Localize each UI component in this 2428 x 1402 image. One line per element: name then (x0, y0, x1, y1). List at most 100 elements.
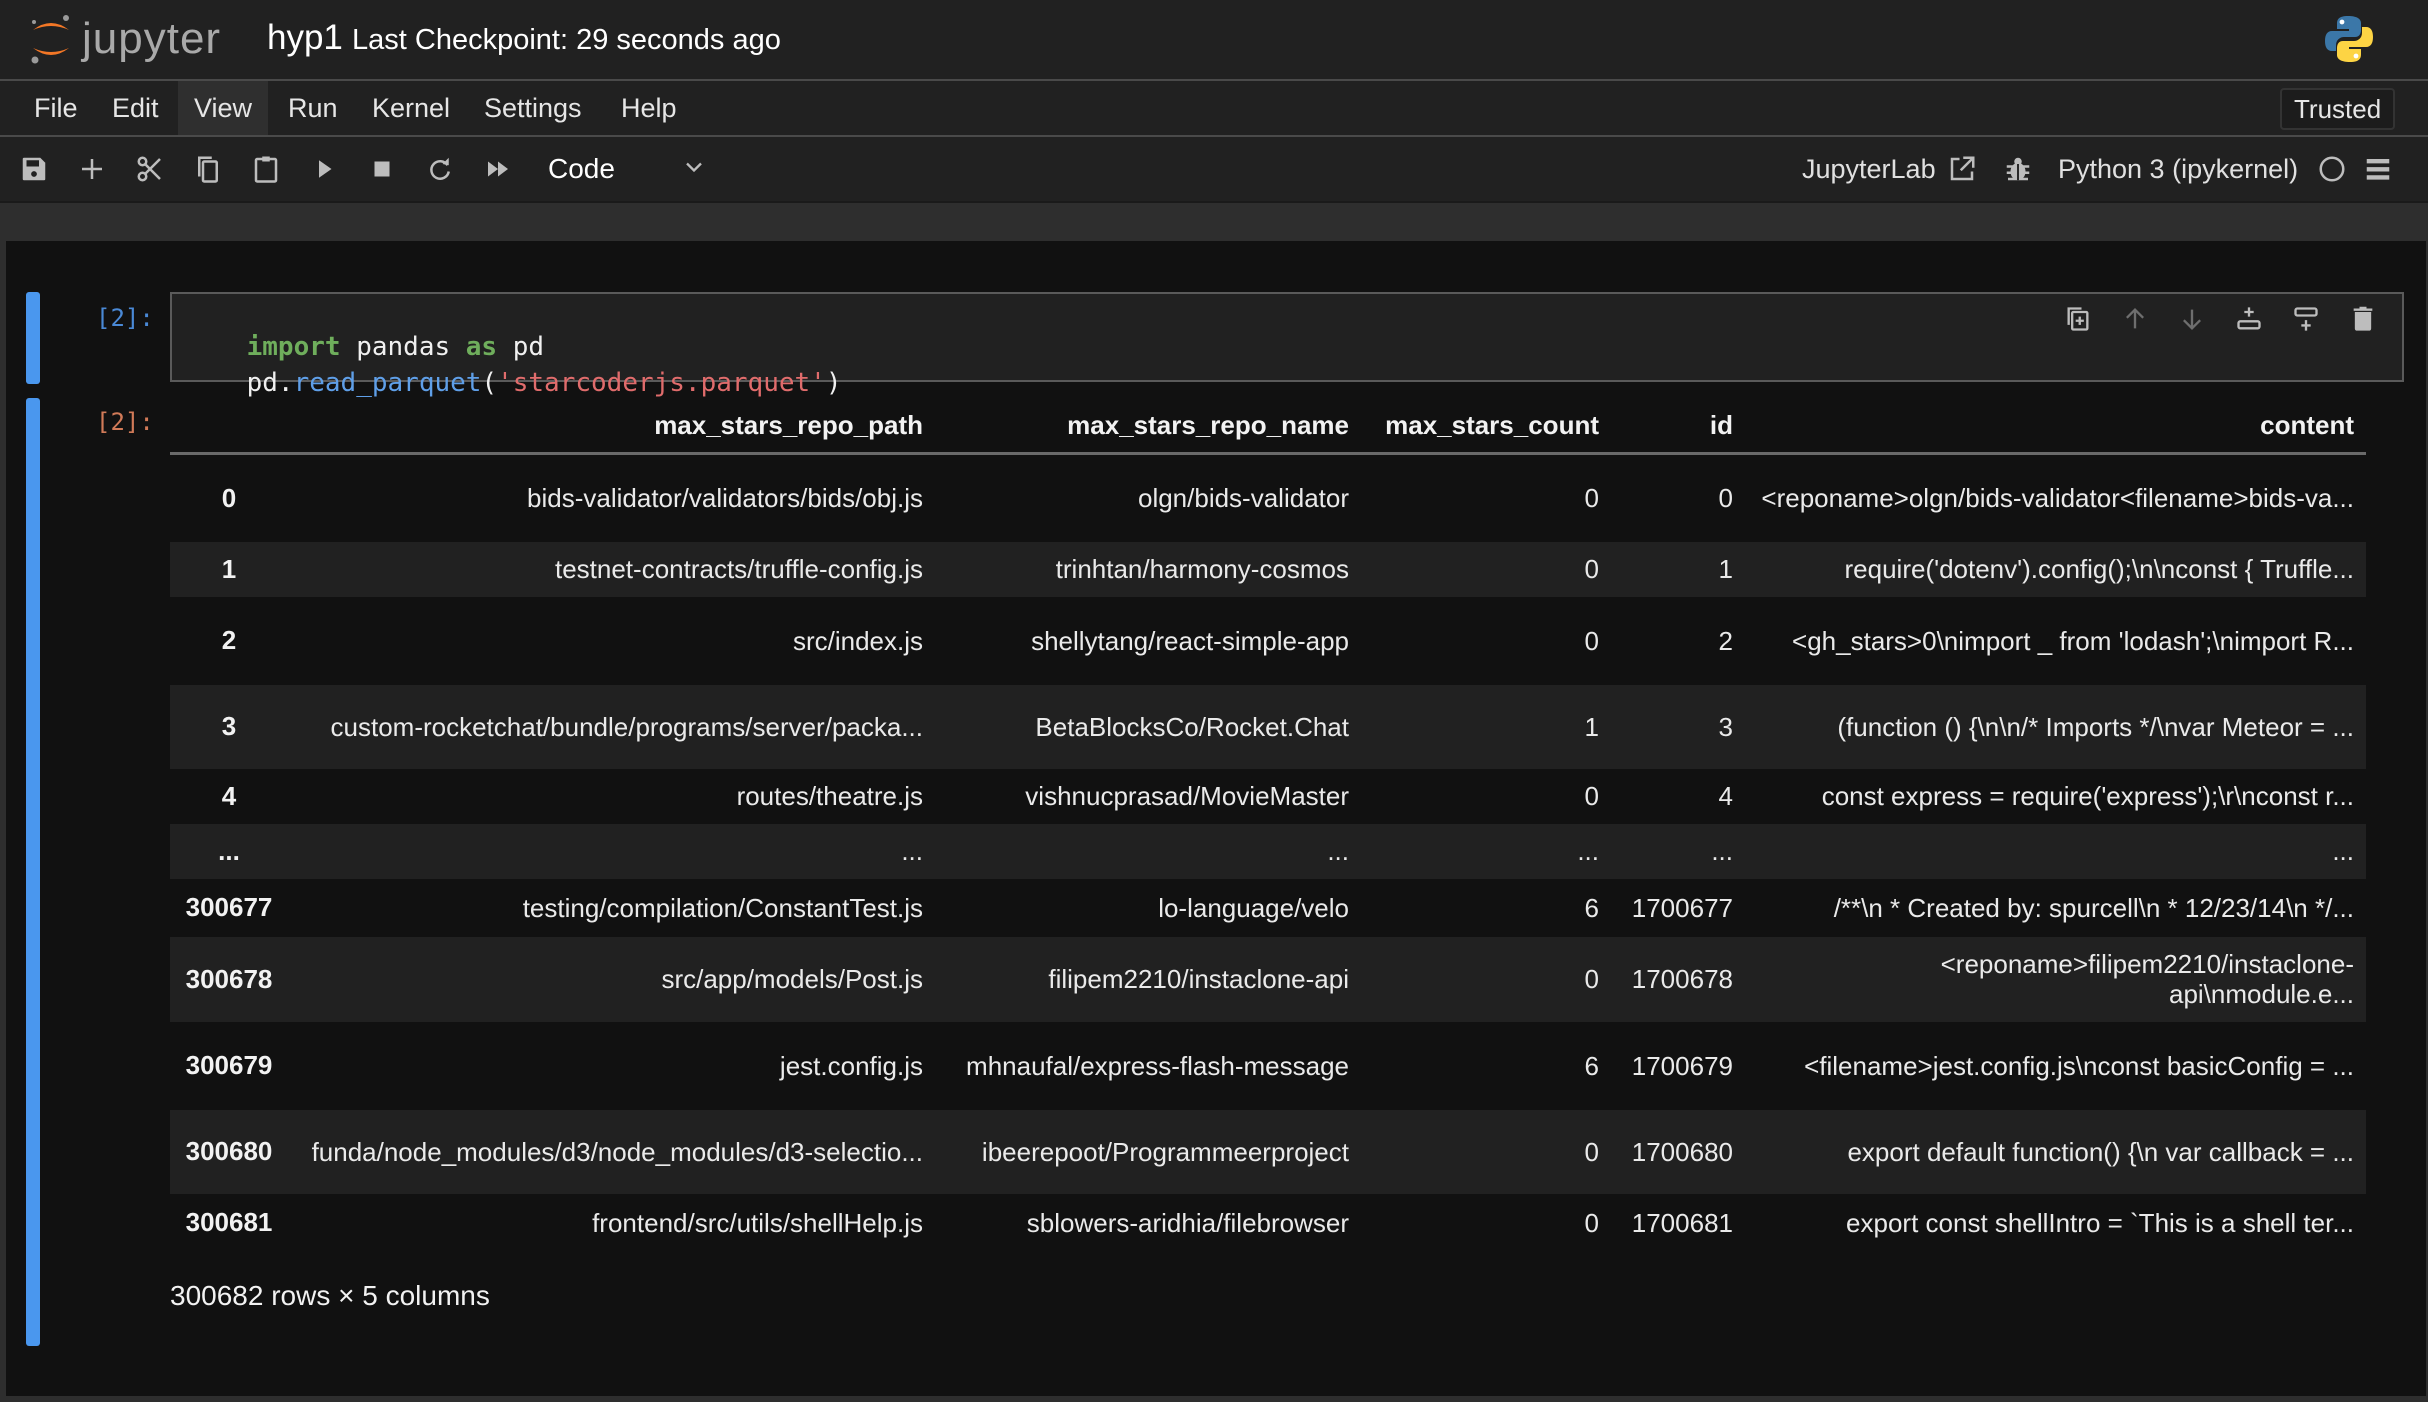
menu-view[interactable]: View (178, 81, 269, 135)
header-max-stars-count: max_stars_count (1361, 398, 1611, 455)
table-row: 300677 testing/compilation/ConstantTest.j… (170, 879, 2366, 937)
cell-id: 4 (1718, 781, 1733, 811)
code-editor[interactable]: import pandas as pd pd.read_parquet('sta… (170, 292, 2404, 398)
cell-content: <reponame>filipem2210/instaclone-api\nmo… (1940, 949, 2354, 1009)
cell-path: src/index.js (792, 625, 923, 656)
cell-id: 1 (1718, 554, 1733, 584)
trusted-badge[interactable]: Trusted (2280, 88, 2396, 130)
open-jupyterlab-link[interactable]: JupyterLab (1802, 149, 1936, 189)
output-collapser[interactable] (26, 398, 40, 1346)
move-down-icon[interactable] (2177, 304, 2207, 334)
code-token: ( (481, 368, 498, 398)
cell-index: 300677 (185, 892, 273, 922)
notebook-toolbar: Code JupyterLab Python 3 (ipykernel) (0, 137, 2428, 203)
cell-repo-name: shellytang/react-simple-app (1031, 625, 1349, 656)
code-token: ) (825, 368, 842, 398)
cell-index: 300679 (185, 1050, 273, 1080)
table-row: 4 routes/theatre.js vishnucprasad/MovieMas… (170, 769, 2366, 824)
input-prompt: [2]: (96, 304, 154, 332)
kernel-name[interactable]: Python 3 (ipykernel) (2058, 149, 2298, 189)
cell-stars-count: ... (1577, 836, 1599, 866)
cell-index: 300680 (185, 1136, 273, 1166)
table-row: .................. (170, 823, 2366, 879)
cell-repo-name: ibeerepoot/Programmeerproject (981, 1136, 1349, 1167)
run-all-icon[interactable] (480, 151, 516, 187)
cell-path: jest.config.js (779, 1050, 923, 1081)
insert-below-icon[interactable] (2291, 304, 2321, 334)
cut-icon[interactable] (132, 151, 168, 187)
table-row: 2 src/index.js shellytang/react-simple-app… (170, 597, 2366, 685)
header-max-stars-repo-path: max_stars_repo_path (288, 398, 935, 455)
dataframe-shape: 300682 rows × 5 columns (170, 1280, 490, 1311)
left-gutter (0, 241, 6, 1402)
restart-icon[interactable] (422, 151, 458, 187)
cell-repo-name: trinhtan/harmony-cosmos (1055, 554, 1349, 584)
cell-id: 1700677 (1631, 892, 1733, 923)
cell-path: testing/compilation/ConstantTest.js (522, 892, 923, 923)
cell-type-select[interactable]: Code (548, 149, 615, 189)
table-row: 300681 frontend/src/utils/shellHelp.js sbl… (170, 1194, 2366, 1252)
delete-cell-icon[interactable] (2348, 304, 2378, 334)
cell-content: export default function() {\n var callba… (1847, 1136, 2354, 1167)
cell-id: 2 (1718, 625, 1733, 656)
cell-stars-count: 0 (1584, 625, 1599, 656)
duplicate-cell-icon[interactable] (2063, 304, 2093, 334)
save-icon[interactable] (16, 151, 52, 187)
menu-help[interactable]: Help (605, 81, 693, 135)
cell-repo-name: filipem2210/instaclone-api (1048, 964, 1349, 994)
menu-file[interactable]: File (18, 81, 94, 135)
insert-above-icon[interactable] (2234, 304, 2264, 334)
cell-path: funda/node_modules/d3/node_modules/d3-se… (311, 1136, 923, 1167)
cell-id: 1700679 (1631, 1050, 1733, 1081)
notebook-title[interactable]: hyp1 (267, 18, 343, 58)
jupyter-logo[interactable]: jupyter (28, 12, 221, 66)
input-collapser[interactable] (26, 292, 40, 384)
cell-stars-count: 0 (1584, 483, 1599, 514)
cell-content: (function () {\n\n/* Imports */\nvar Met… (1837, 711, 2354, 742)
cell-path: ... (901, 836, 923, 866)
debugger-bug-icon[interactable] (2000, 151, 2036, 187)
paste-icon[interactable] (248, 151, 284, 187)
code-token: pd. (246, 368, 294, 398)
cell-content: <filename>jest.config.js\nconst basicCon… (1804, 1050, 2354, 1081)
cell-stars-count: 6 (1584, 892, 1599, 923)
cell-stars-count: 0 (1584, 554, 1599, 584)
cell-index: 1 (221, 553, 237, 584)
move-up-icon[interactable] (2120, 304, 2150, 334)
copy-icon[interactable] (190, 151, 226, 187)
cell-path: src/app/models/Post.js (661, 964, 923, 994)
cell-id: 1700678 (1631, 964, 1733, 994)
cell-path: testnet-contracts/truffle-config.js (554, 554, 923, 584)
menu-settings[interactable]: Settings (468, 81, 598, 135)
cell-repo-name: olgn/bids-validator (1137, 483, 1349, 514)
cell-repo-name: BetaBlocksCo/Rocket.Chat (1035, 711, 1349, 742)
header-content: content (1745, 398, 2366, 455)
dataframe-table: max_stars_repo_path max_stars_repo_name … (170, 398, 2366, 1252)
cell-path: frontend/src/utils/shellHelp.js (592, 1207, 923, 1238)
cell-content: require('dotenv').config();\n\nconst { T… (1844, 554, 2354, 584)
stop-icon[interactable] (364, 151, 400, 187)
chevron-down-icon[interactable] (680, 153, 708, 186)
menu-kernel[interactable]: Kernel (356, 81, 466, 135)
cell-index: 0 (221, 482, 237, 513)
cell-repo-name: lo-language/velo (1158, 892, 1349, 923)
cell-stars-count: 0 (1584, 1136, 1599, 1167)
cell-content: /**\n * Created by: spurcell\n * 12/23/1… (1833, 892, 2354, 923)
cell-content: const express = require('express');\r\nc… (1821, 781, 2354, 811)
code-token: 'starcoderjs.parquet' (497, 368, 826, 398)
cell-content: ... (2332, 836, 2354, 866)
cell-content: export const shellIntro = `This is a she… (1846, 1207, 2354, 1238)
cell-id: 3 (1718, 711, 1733, 742)
menu-hamburger-icon[interactable] (2360, 151, 2396, 187)
cell-index: ... (218, 835, 240, 866)
header-max-stars-repo-name: max_stars_repo_name (935, 398, 1361, 455)
add-cell-icon[interactable] (74, 151, 110, 187)
cell-id: 1700680 (1631, 1136, 1733, 1167)
python-logo-icon (2322, 12, 2376, 71)
cell-path: custom-rocketchat/bundle/programs/server… (330, 711, 923, 742)
external-link-icon[interactable] (1944, 151, 1980, 187)
menu-run[interactable]: Run (272, 81, 354, 135)
run-icon[interactable] (306, 151, 342, 187)
cell-stars-count: 1 (1584, 711, 1599, 742)
menu-edit[interactable]: Edit (96, 81, 175, 135)
